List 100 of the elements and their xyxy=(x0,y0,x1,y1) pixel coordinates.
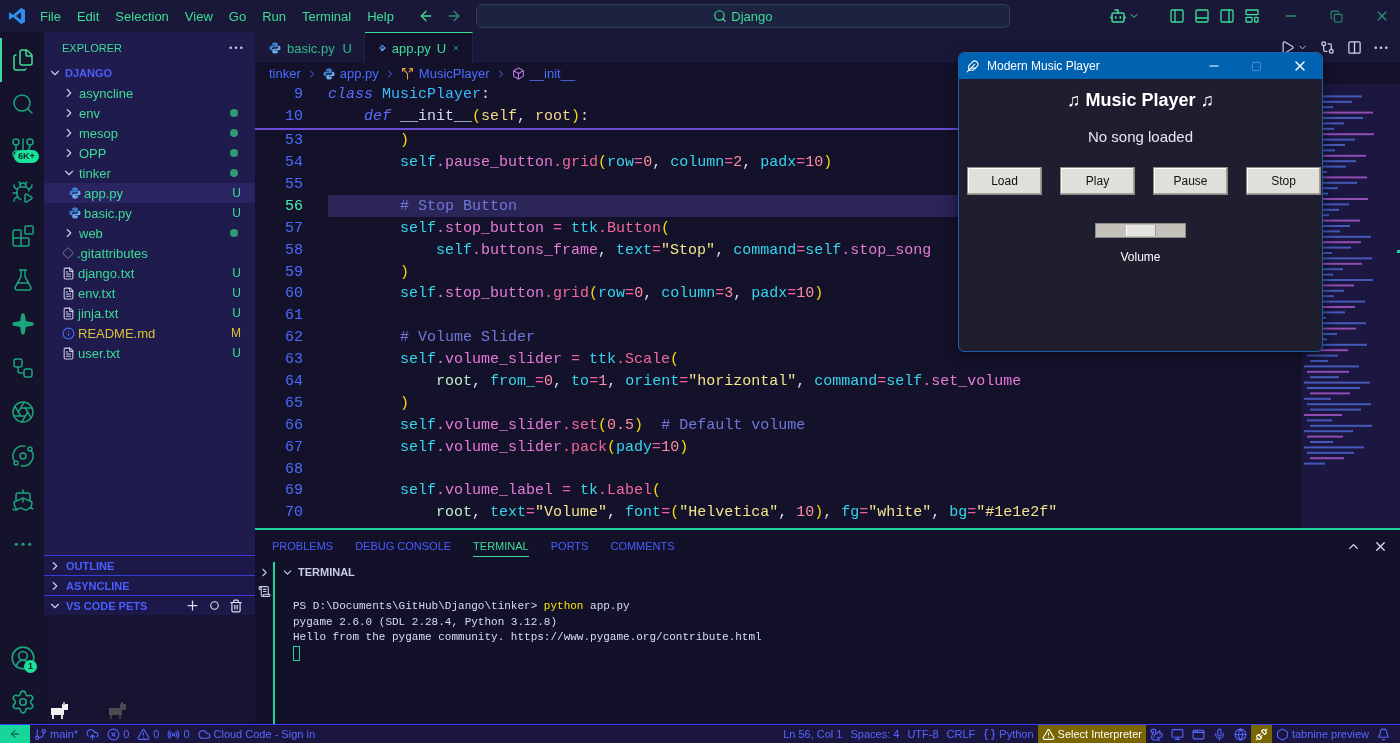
status-item[interactable]: 0 xyxy=(103,725,134,743)
folder-name: env xyxy=(79,105,100,121)
git-status: U xyxy=(232,306,241,320)
file-row[interactable]: user.txt U xyxy=(44,343,255,363)
python-icon xyxy=(322,67,335,80)
layout-icon[interactable] xyxy=(1244,8,1260,24)
goat-icon xyxy=(48,702,70,720)
panel-tab[interactable]: DEBUG CONSOLE xyxy=(355,535,452,557)
restore-icon[interactable] xyxy=(1330,9,1343,23)
player-button[interactable]: Play xyxy=(1060,167,1135,195)
panel-tab[interactable]: COMMENTS xyxy=(610,535,675,557)
file-row[interactable]: README.md M xyxy=(44,323,255,343)
status-item[interactable]: Cloud Code - Sign in xyxy=(193,725,319,743)
file-row[interactable]: basic.py U xyxy=(44,203,255,223)
more-icon[interactable] xyxy=(1374,45,1388,50)
code-line: ) xyxy=(399,131,409,152)
player-button[interactable]: Pause xyxy=(1153,167,1228,195)
menu-item[interactable]: Edit xyxy=(68,8,108,24)
line-number: 54 xyxy=(284,154,303,172)
git-status: U xyxy=(232,346,241,360)
more-icon[interactable] xyxy=(229,45,243,50)
run-icon[interactable] xyxy=(1280,40,1295,55)
command-center-search[interactable]: Django xyxy=(475,4,1010,28)
panel-right-icon[interactable] xyxy=(1219,8,1235,24)
trash-icon[interactable] xyxy=(229,598,243,613)
panel-tab[interactable]: TERMINAL xyxy=(473,535,529,557)
warning-icon xyxy=(1041,727,1055,741)
breadcrumb-item[interactable]: app.py xyxy=(339,66,379,81)
menu-item[interactable]: Terminal xyxy=(294,8,360,24)
compare-icon[interactable] xyxy=(1320,40,1335,55)
menu-item[interactable]: Go xyxy=(220,8,255,24)
line-number: 59 xyxy=(284,263,303,281)
add-icon[interactable] xyxy=(185,598,200,613)
menu-item[interactable]: Selection xyxy=(107,8,177,24)
panel-tab[interactable]: PROBLEMS xyxy=(272,535,334,557)
terminal-line: PS D:\Documents\GitHub\Django\tinker> python app.py xyxy=(293,599,631,614)
player-button[interactable]: Load xyxy=(967,167,1042,195)
breadcrumb-item[interactable]: tinker xyxy=(269,66,301,81)
robot-icon[interactable] xyxy=(1109,7,1127,25)
folder-name: mesop xyxy=(79,125,119,141)
panel-bottom-icon[interactable] xyxy=(1194,8,1210,24)
search-text: Django xyxy=(731,8,773,24)
code-line: self.volume_slider.pack(pady=10) xyxy=(399,437,689,458)
status-icon-button[interactable] xyxy=(1250,725,1272,743)
folder-name: web xyxy=(79,225,103,241)
breadcrumb-item[interactable]: MusicPlayer xyxy=(418,66,490,81)
status-item[interactable]: Select Interpreter xyxy=(1037,725,1146,743)
line-number: 57 xyxy=(284,219,303,237)
line-number: 10 xyxy=(284,108,303,126)
folder-row[interactable]: mesop xyxy=(44,123,255,143)
settings-icon xyxy=(10,689,36,715)
search-icon xyxy=(713,9,728,23)
folder-row[interactable]: tinker xyxy=(44,163,255,183)
code-line: class MusicPlayer: xyxy=(328,85,491,106)
file-row[interactable]: app.py U xyxy=(44,183,255,203)
menu-item[interactable]: Help xyxy=(359,8,402,24)
file-row[interactable]: .gitattributes xyxy=(44,243,255,263)
feather-icon xyxy=(966,59,979,73)
slider-thumb[interactable] xyxy=(1125,225,1156,236)
editor-tab[interactable]: app.py U xyxy=(365,32,473,63)
sidebar-title: EXPLORER xyxy=(62,41,122,54)
activity-bar-item[interactable]: 1 xyxy=(0,636,44,680)
git-status: U xyxy=(232,266,241,280)
status-item[interactable]: Python xyxy=(979,725,1038,743)
volume-slider[interactable] xyxy=(1095,223,1186,238)
line-number: 69 xyxy=(284,482,303,500)
menu-item[interactable]: File xyxy=(32,8,69,24)
status-item[interactable]: Ln 56, Col 1 xyxy=(779,725,847,743)
menu-item[interactable]: View xyxy=(176,8,221,24)
file-row[interactable]: env.txt U xyxy=(44,283,255,303)
status-item[interactable]: 0 xyxy=(133,725,164,743)
breadcrumb-item[interactable]: __init__ xyxy=(529,66,576,81)
file-row[interactable]: django.txt U xyxy=(44,263,255,283)
git-status: M xyxy=(231,326,241,340)
document-icon xyxy=(62,266,75,280)
status-item[interactable]: Spaces: 4 xyxy=(846,725,904,743)
count-badge: 6K+ xyxy=(14,150,39,163)
source-control-icon xyxy=(11,136,35,160)
folder-row[interactable]: env xyxy=(44,103,255,123)
cat-icon xyxy=(106,702,128,720)
file-name: user.txt xyxy=(78,345,120,361)
folder-row[interactable]: web xyxy=(44,223,255,243)
code-line: ) xyxy=(399,393,409,414)
player-button[interactable]: Stop xyxy=(1246,167,1321,195)
panel-left-icon[interactable] xyxy=(1169,8,1185,24)
sparkle-icon xyxy=(11,312,35,336)
folder-row[interactable]: OPP xyxy=(44,143,255,163)
more-icon[interactable] xyxy=(14,541,32,547)
info-icon xyxy=(62,326,75,340)
menu-item[interactable]: Run xyxy=(254,8,294,24)
file-row[interactable]: jinja.txt U xyxy=(44,303,255,323)
status-item[interactable]: tabnine preview xyxy=(1271,725,1373,743)
split-editor-icon[interactable] xyxy=(1347,40,1362,55)
panel-tab[interactable]: PORTS xyxy=(550,535,589,557)
status-item[interactable]: main* xyxy=(30,725,83,743)
activity-bar-item[interactable]: 6K+ xyxy=(0,126,44,170)
folder-row[interactable]: asyncline xyxy=(44,83,255,103)
status-item[interactable]: 0 xyxy=(163,725,194,743)
status-item[interactable]: UTF-8 xyxy=(903,725,943,743)
status-item[interactable]: CRLF xyxy=(942,725,980,743)
